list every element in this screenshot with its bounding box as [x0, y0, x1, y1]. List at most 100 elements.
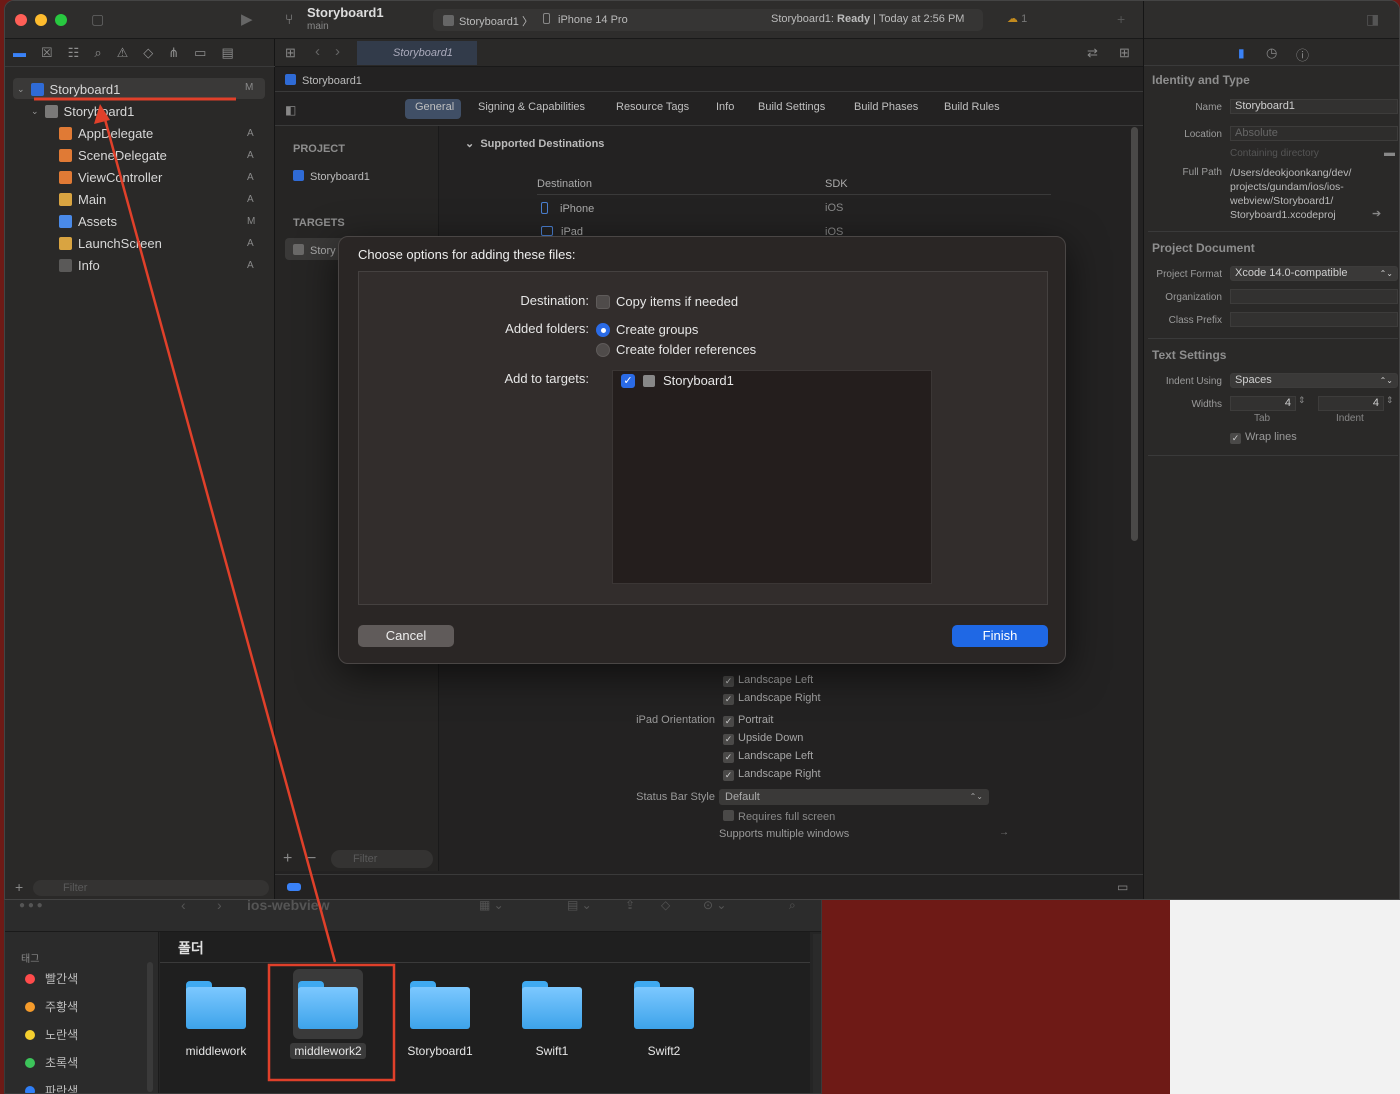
inspector-toggle-icon[interactable]: ◨ — [1366, 11, 1379, 28]
cancel-button[interactable]: Cancel — [358, 625, 454, 647]
close-window-button[interactable] — [15, 14, 27, 26]
disclosure-icon[interactable]: ⌄ — [31, 106, 39, 117]
library-add-icon[interactable]: + — [1117, 11, 1125, 27]
hide-debug-icon[interactable]: ▭ — [1117, 880, 1128, 894]
tag-blue[interactable]: 파란색 — [25, 1082, 78, 1093]
target-checkbox-row[interactable]: ✓ Storyboard1 — [621, 373, 734, 388]
minimize-window-button[interactable] — [35, 14, 47, 26]
content-scrollbar[interactable] — [813, 934, 821, 1093]
device-selector[interactable]: iPhone 14 Pro — [543, 13, 628, 26]
indent-width-field[interactable]: 4 — [1318, 396, 1384, 411]
tree-item-file[interactable]: SceneDelegate A — [59, 148, 254, 163]
orient-option[interactable]: ✓ Portrait — [723, 714, 773, 727]
name-field[interactable]: Storyboard1 — [1230, 99, 1398, 114]
tab-stepper-icon[interactable]: ⇕ — [1298, 395, 1306, 406]
view-grid-icon[interactable]: ▦ ⌄ — [479, 898, 504, 912]
tree-item-file[interactable]: Main A — [59, 192, 254, 207]
create-folder-refs-radio[interactable]: Create folder references — [596, 342, 756, 357]
tree-item-file[interactable]: Info A — [59, 258, 254, 273]
orient-option[interactable]: ✓ Landscape Right — [723, 768, 821, 781]
tag-yellow[interactable]: 노란색 — [25, 1026, 78, 1043]
issue-nav-icon[interactable]: ⚠ — [117, 45, 129, 61]
warning-icon[interactable]: ☁ 1 — [1007, 12, 1027, 25]
search-icon[interactable]: ⌕ — [789, 898, 796, 913]
add-target-icon[interactable]: + — [283, 850, 292, 868]
arrow-right-icon[interactable]: → — [999, 827, 1009, 838]
orient-option[interactable]: ✓ Landscape Right — [723, 692, 821, 705]
tag-orange[interactable]: 주황색 — [25, 998, 78, 1015]
source-control-icon[interactable]: ☒ — [41, 45, 53, 61]
tab-resource-tags[interactable]: Resource Tags — [616, 101, 689, 113]
tab-build-rules[interactable]: Build Rules — [944, 101, 1000, 113]
debug-area-icon[interactable] — [287, 883, 301, 891]
orient-option[interactable]: ✓ Landscape Left — [723, 674, 813, 687]
tag-red[interactable]: 빨간색 — [25, 970, 78, 987]
tab-width-field[interactable]: 4 — [1230, 396, 1296, 411]
disclosure-icon[interactable]: ⌄ — [17, 84, 25, 95]
test-nav-icon[interactable]: ◇ — [143, 45, 153, 61]
grid-icon[interactable]: ⊞ — [285, 45, 296, 61]
finder-traffic-lights[interactable]: ● ● ● — [19, 900, 43, 911]
forward-nav-icon[interactable]: › — [335, 43, 340, 60]
tab-build-phases[interactable]: Build Phases — [854, 101, 918, 113]
status-bar-select[interactable]: Default ⌃⌄ — [719, 789, 989, 805]
tab-signing[interactable]: Signing & Capabilities — [478, 101, 585, 113]
project-format-select[interactable]: Xcode 14.0-compatible ⌃⌄ — [1230, 266, 1398, 281]
history-inspector-icon[interactable]: ◷ — [1266, 45, 1277, 61]
tag-green[interactable]: 초록색 — [25, 1054, 78, 1071]
action-icon[interactable]: ⊙ ⌄ — [703, 898, 726, 912]
folder-item[interactable]: middlework — [166, 977, 266, 1060]
location-select[interactable]: Absolute — [1230, 126, 1398, 141]
navigator-filter-input[interactable]: Filter — [33, 880, 269, 896]
tab-info[interactable]: Info — [716, 101, 734, 113]
radio-selected-icon[interactable] — [596, 322, 610, 337]
breakpoint-nav-icon[interactable]: ▭ — [194, 45, 206, 61]
requires-full-screen[interactable]: Requires full screen — [723, 810, 835, 823]
file-inspector-icon[interactable]: ▮ — [1238, 46, 1245, 60]
create-groups-radio[interactable]: Create groups — [596, 322, 698, 337]
group-icon[interactable]: ▤ ⌄ — [567, 898, 592, 912]
organization-field[interactable] — [1230, 289, 1398, 304]
tree-item-file[interactable]: AppDelegate A — [59, 126, 254, 141]
folder-item[interactable]: Storyboard1 — [390, 977, 490, 1060]
report-nav-icon[interactable]: ▤ — [221, 45, 233, 61]
tree-item-file[interactable]: Assets M — [59, 214, 255, 229]
folder-nav-icon[interactable]: ▬ — [13, 45, 26, 60]
tree-item-file[interactable]: ViewController A — [59, 170, 254, 185]
project-item[interactable]: Storyboard1 — [293, 170, 370, 183]
add-editor-icon[interactable]: ⊞ — [1119, 45, 1130, 61]
refresh-icon[interactable]: ⇄ — [1087, 45, 1098, 61]
finish-button[interactable]: Finish — [952, 625, 1048, 647]
reveal-arrow-icon[interactable]: ➔ — [1372, 207, 1381, 220]
folder-icon[interactable]: ▬ — [1384, 147, 1395, 159]
symbol-nav-icon[interactable]: ☷ — [68, 45, 80, 61]
copy-items-checkbox[interactable]: Copy items if needed — [596, 294, 738, 309]
find-nav-icon[interactable]: ⌕ — [94, 45, 101, 61]
tab-storyboard1[interactable]: Storyboard1 — [357, 41, 477, 65]
tab-general[interactable]: General — [415, 101, 454, 113]
tree-item-project-root[interactable]: ⌄ Storyboard1 M — [17, 82, 253, 97]
jump-bar[interactable]: Storyboard1 — [285, 74, 362, 87]
checkbox-icon[interactable] — [596, 294, 610, 309]
orient-option[interactable]: ✓ Upside Down — [723, 732, 803, 745]
remove-target-icon[interactable]: − — [307, 850, 316, 868]
tree-item-group[interactable]: ⌄ Storyboard1 — [31, 104, 134, 119]
folder-item-selected[interactable]: middlework2 — [278, 969, 378, 1060]
help-inspector-icon[interactable]: ⓘ — [1296, 45, 1309, 64]
folder-item[interactable]: Swift2 — [614, 977, 714, 1060]
class-prefix-field[interactable] — [1230, 312, 1398, 327]
indent-using-select[interactable]: Spaces ⌃⌄ — [1230, 373, 1398, 388]
orient-option[interactable]: ✓ Landscape Left — [723, 750, 813, 763]
supported-destinations-section[interactable]: ⌄ Supported Destinations — [465, 137, 604, 150]
add-file-icon[interactable]: + — [15, 879, 23, 895]
radio-icon[interactable] — [596, 342, 610, 357]
sidebar-scrollbar[interactable] — [147, 962, 153, 1092]
zoom-window-button[interactable] — [55, 14, 67, 26]
dest-row[interactable]: iPhone — [541, 202, 594, 215]
targets-filter-input[interactable]: Filter — [331, 850, 433, 868]
back-nav-icon[interactable]: ‹ — [315, 43, 320, 60]
run-icon[interactable]: ▶ — [241, 10, 253, 28]
checkbox-checked-icon[interactable]: ✓ — [621, 373, 635, 388]
editor-scrollbar[interactable] — [1131, 127, 1138, 541]
target-item[interactable]: Story — [293, 244, 336, 257]
